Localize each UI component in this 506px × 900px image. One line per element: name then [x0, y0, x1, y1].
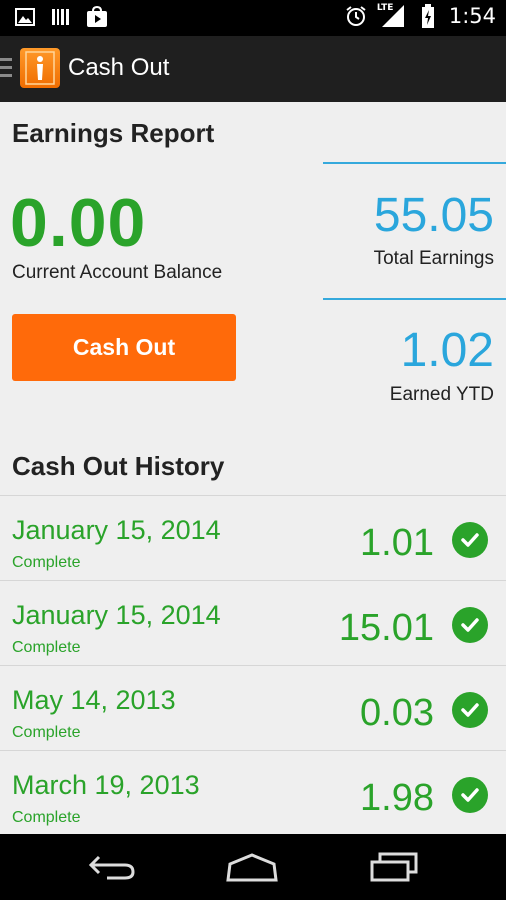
earned-ytd-value: 1.02 [400, 324, 494, 377]
current-balance-label: Current Account Balance [12, 262, 223, 283]
history-status: Complete [12, 554, 81, 571]
history-date: May 14, 2013 [12, 685, 176, 715]
check-icon [452, 777, 488, 813]
history-status: Complete [12, 724, 81, 741]
history-row[interactable]: May 14, 2013 Complete 0.03 [0, 665, 506, 750]
earned-ytd-label: Earned YTD [389, 384, 494, 405]
clock: 1:54 [448, 4, 496, 28]
barcode-icon [50, 6, 72, 28]
picture-icon [14, 6, 36, 28]
history-row[interactable]: January 15, 2014 Complete 15.01 [0, 580, 506, 665]
current-balance-value: 0.00 [10, 185, 147, 261]
cash-out-history-list: January 15, 2014 Complete 1.01 January 1… [0, 495, 506, 835]
history-amount: 15.01 [338, 607, 434, 649]
drawer-menu-icon[interactable] [0, 58, 12, 82]
divider-line [323, 298, 506, 300]
total-earnings-label: Total Earnings [373, 248, 494, 269]
recent-apps-icon[interactable] [364, 848, 424, 886]
battery-icon [417, 4, 439, 28]
action-bar: Cash Out [0, 36, 506, 102]
cash-out-history-title: Cash Out History [12, 451, 225, 481]
history-date: January 15, 2014 [12, 515, 221, 545]
navigation-bar [0, 834, 506, 900]
earnings-report-title: Earnings Report [12, 118, 215, 148]
home-icon[interactable] [222, 848, 282, 886]
network-label: LTE [376, 3, 394, 13]
history-row[interactable]: March 19, 2013 Complete 1.98 [0, 750, 506, 835]
status-bar: LTE 1:54 [0, 0, 506, 36]
check-icon [452, 522, 488, 558]
history-amount: 1.98 [360, 777, 434, 819]
history-row[interactable]: January 15, 2014 Complete 1.01 [0, 495, 506, 580]
play-store-icon [86, 6, 108, 28]
history-date: March 19, 2013 [12, 770, 200, 800]
history-amount: 0.03 [360, 692, 434, 734]
divider-line [323, 162, 506, 164]
alarm-icon [345, 5, 367, 27]
history-date: January 15, 2014 [12, 600, 221, 630]
check-icon [452, 692, 488, 728]
history-amount: 1.01 [360, 522, 434, 564]
signal-icon: LTE [376, 3, 407, 27]
app-logo-icon[interactable] [20, 48, 60, 88]
app-title: Cash Out [68, 54, 170, 81]
cash-out-button[interactable]: Cash Out [12, 314, 236, 381]
back-icon[interactable] [82, 848, 142, 886]
history-status: Complete [12, 639, 81, 656]
history-status: Complete [12, 809, 81, 826]
total-earnings-value: 55.05 [373, 189, 494, 242]
check-icon [452, 607, 488, 643]
